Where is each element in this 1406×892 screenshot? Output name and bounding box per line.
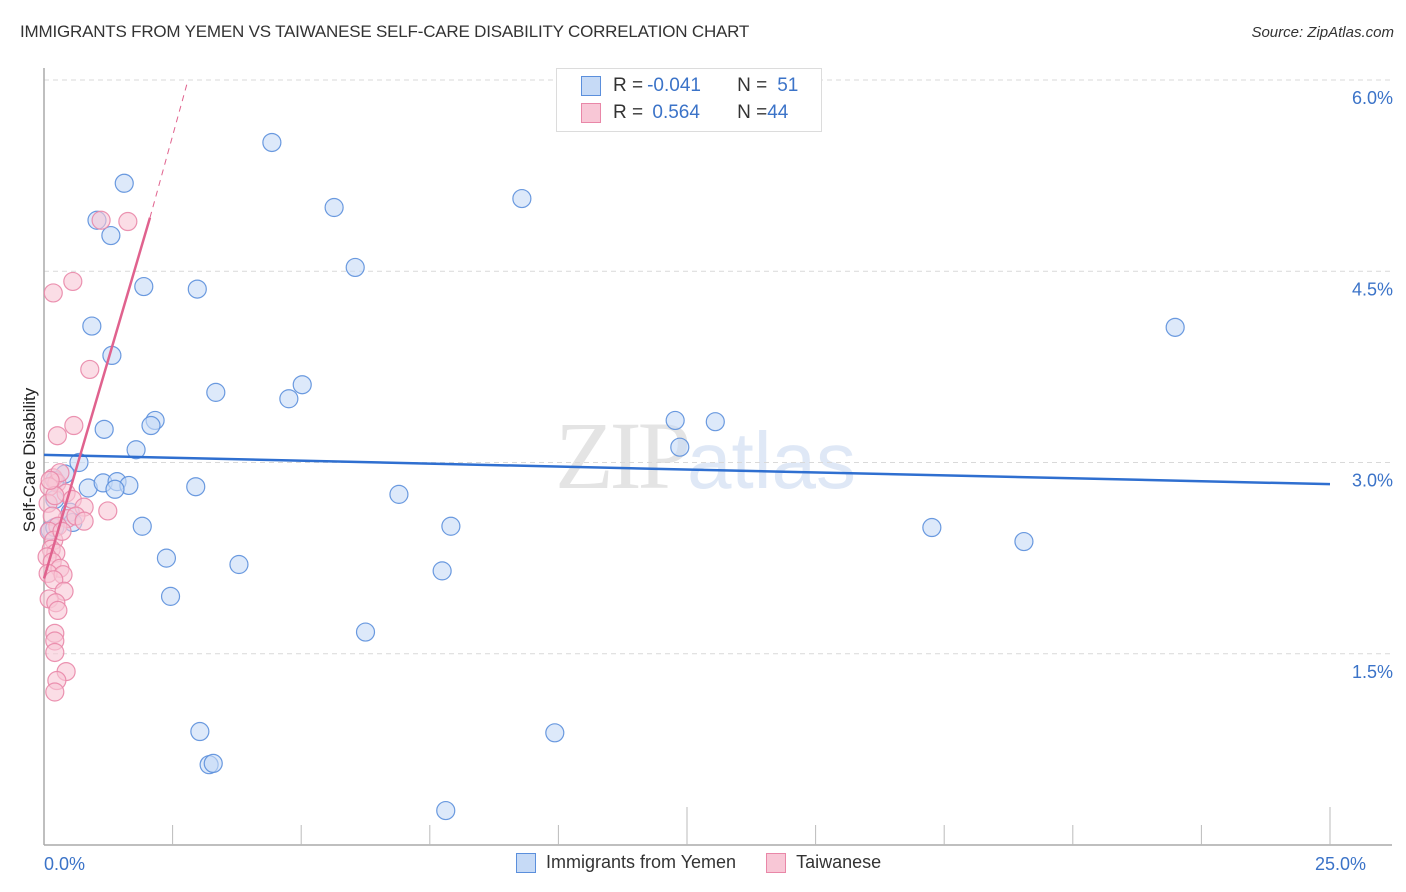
x-tick-label: 25.0% [1315, 854, 1366, 874]
stats-row-yemen: R = -0.041 N = 51 [581, 74, 798, 98]
yemen-point [545, 723, 565, 743]
yemen-point [229, 554, 249, 575]
taiwanese-point [40, 470, 60, 490]
y-tick-label: 1.5% [1352, 662, 1393, 682]
yemen-point [114, 173, 134, 193]
taiwanese-swatch [581, 103, 601, 123]
legend-label: Immigrants from Yemen [546, 852, 737, 872]
yemen-point [186, 477, 206, 497]
taiwanese-trend-extension [149, 79, 189, 218]
taiwanese-point [98, 501, 118, 521]
legend-item-yemen[interactable]: Immigrants from Yemen [516, 852, 736, 873]
stats-legend: R = -0.041 N = 51 R = 0.564 N = 44 [556, 68, 822, 132]
stats-row-taiwanese: R = 0.564 N = 44 [581, 101, 788, 125]
scatter-chart: 1.5% 3.0% 4.5% 6.0% 0.0% 25.0% Self-Care Disa… [20, 68, 1393, 874]
r-label: R = [613, 102, 644, 123]
legend-item-taiwanese[interactable]: Taiwanese [766, 852, 881, 873]
yemen-point [355, 622, 376, 642]
taiwanese-point [48, 600, 68, 621]
n-value: 44 [767, 102, 789, 123]
axes [43, 68, 1392, 846]
taiwanese-point [74, 511, 94, 531]
yemen-point [141, 415, 161, 436]
y-tick-label: 4.5% [1352, 279, 1393, 299]
yemen-point [94, 419, 114, 439]
yemen-point [156, 548, 177, 568]
yemen-point [101, 225, 121, 246]
yemen-point [665, 410, 685, 431]
yemen-point [279, 389, 299, 409]
y-axis-title: Self-Care Disability [20, 387, 39, 532]
taiwanese-point [47, 426, 67, 446]
legend-label: Taiwanese [796, 852, 882, 872]
n-value: 51 [777, 75, 799, 96]
y-tick-label: 3.0% [1352, 471, 1393, 491]
taiwanese-point [64, 415, 84, 436]
yemen-point [160, 586, 181, 606]
yemen-point [432, 561, 452, 581]
yemen-point [345, 257, 365, 278]
taiwanese-point [118, 211, 138, 232]
yemen-point [262, 132, 282, 153]
yemen-point [134, 276, 154, 297]
x-tick-label: 0.0% [44, 854, 85, 874]
r-value: 0.564 [647, 102, 700, 123]
yemen-point [132, 516, 152, 536]
yemen-point [187, 279, 207, 299]
r-label: R = [613, 75, 644, 96]
yemen-point [512, 188, 532, 209]
yemen-point [922, 517, 942, 538]
yemen-point [105, 479, 125, 499]
yemen-point [1165, 317, 1185, 337]
yemen-point [705, 412, 725, 432]
yemen-point [670, 437, 690, 457]
y-tick-label: 6.0% [1352, 88, 1393, 108]
yemen-swatch [581, 76, 601, 96]
taiwanese-point [45, 642, 65, 663]
n-label: N = [737, 75, 768, 96]
series-legend: Immigrants from Yemen Taiwanese [516, 852, 911, 873]
trend-lines [42, 79, 1331, 579]
n-label: N = [737, 102, 768, 123]
taiwanese-point [80, 359, 100, 380]
yemen-point [206, 382, 226, 402]
yemen-point [1014, 531, 1034, 552]
yemen-trend-line [43, 453, 1331, 486]
yemen-point [324, 197, 344, 218]
yemen-point [190, 721, 210, 742]
taiwanese-point [43, 283, 63, 303]
yemen-point [292, 375, 312, 395]
yemen-swatch [516, 852, 536, 873]
taiwanese-point [63, 271, 83, 292]
taiwanese-swatch [766, 852, 787, 873]
r-value: -0.041 [647, 75, 701, 96]
taiwanese-point [91, 210, 111, 230]
yemen-point [82, 316, 102, 336]
yemen-point [389, 484, 409, 504]
yemen-point [203, 753, 223, 774]
taiwanese-point [45, 682, 65, 702]
yemen-point [441, 516, 461, 536]
yemen-point [436, 800, 456, 821]
